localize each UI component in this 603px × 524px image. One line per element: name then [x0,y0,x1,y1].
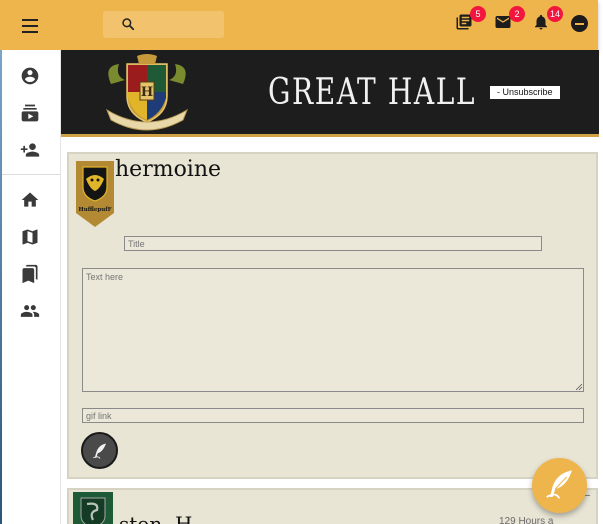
side-navigation [0,50,61,524]
hamburger-icon [22,19,38,21]
house-flag-label: HufflepufF [79,207,112,213]
hamburger-icon-line [22,31,38,33]
subscriptions-icon [21,104,39,122]
great-hall-banner: H GREAT HALL - Unsubscribe [61,50,599,137]
nav-add-friend[interactable] [20,140,42,162]
map-icon [22,229,38,245]
nav-map[interactable] [20,227,42,249]
unsubscribe-button[interactable]: - Unsubscribe [490,86,560,99]
mail-button[interactable]: 2 [494,6,525,35]
nav-divider [0,174,61,175]
hamburger-menu-button[interactable] [17,13,43,37]
bookmarks-icon [22,264,38,284]
home-icon [21,192,39,207]
quill-icon [546,470,572,499]
mail-badge: 2 [509,6,525,22]
compose-fab-button[interactable] [532,458,587,513]
nav-home[interactable] [20,190,42,212]
notifications-button[interactable]: 14 [532,6,563,35]
account-circle-icon [21,67,39,85]
post-body-textarea[interactable] [82,268,584,392]
library-button[interactable]: 5 [455,6,486,35]
minus-circle-icon[interactable] [571,15,588,32]
window-edge [0,50,2,524]
submit-post-button[interactable] [81,432,118,469]
slytherin-flag-avatar [73,492,113,524]
search-input[interactable] [143,15,221,34]
crest-letter: H [141,85,153,100]
post-username: ston..H [119,512,193,524]
library-badge: 5 [470,6,486,22]
page-title: GREAT HALL [268,72,477,113]
search-box[interactable] [103,11,224,38]
notifications-badge: 14 [546,6,563,22]
nav-bookmarks[interactable] [20,264,42,286]
post-card: ston..H 129 Hours a – [67,488,598,524]
people-icon [20,305,40,317]
quill-icon [93,443,106,459]
app-frame: 5 2 14 H GREAT HALL - Unsubscribe Huffle… [0,0,603,524]
hogwarts-crest-logo: H [105,54,189,131]
person-add-icon [20,143,40,157]
gif-link-input[interactable] [82,408,584,423]
composer-username: hermoine [115,157,222,182]
post-title-input[interactable] [124,236,542,251]
top-app-bar: 5 2 14 [0,0,598,50]
nav-subscriptions[interactable] [20,103,42,125]
hufflepuff-flag-avatar: HufflepufF [76,161,114,227]
nav-profile[interactable] [20,66,42,88]
nav-people[interactable] [20,301,42,323]
resize-grip-icon[interactable] [575,383,583,391]
post-timestamp: 129 Hours a [499,516,554,524]
main-content: HufflepufF hermoine st [61,140,599,524]
search-icon [122,18,135,31]
post-composer-card: HufflepufF hermoine [67,152,598,479]
hamburger-icon-line [22,25,38,27]
